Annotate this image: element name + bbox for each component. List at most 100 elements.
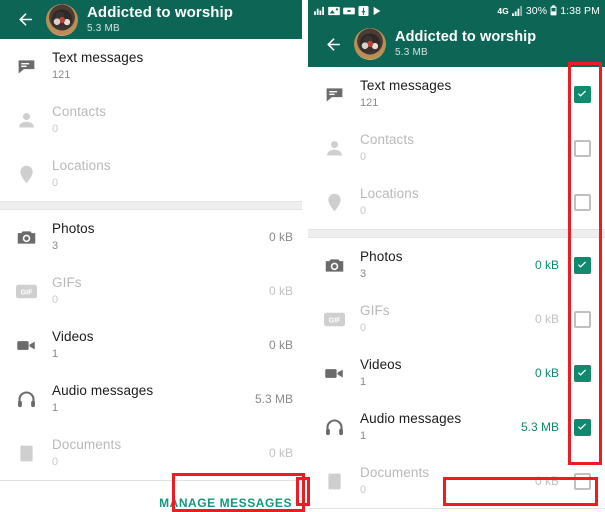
list-item-label: Text messages — [360, 78, 452, 94]
list-item[interactable]: Photos 3 0 kB — [0, 210, 302, 264]
signal-bars-icon — [511, 5, 523, 16]
list-item-count: 0 — [360, 204, 367, 217]
list-item-labels: Photos 3 — [360, 249, 529, 280]
checkbox-cell — [559, 364, 605, 382]
avatar[interactable] — [354, 28, 386, 60]
list-item-label: Contacts — [360, 132, 415, 148]
left-footer: MANAGE MESSAGES — [0, 480, 302, 512]
list-item-labels: Contacts 0 — [52, 104, 287, 135]
arrow-left-icon — [326, 37, 340, 51]
list-item-size: 0 kB — [534, 258, 559, 272]
list-item[interactable]: Text messages 121 — [308, 67, 605, 121]
list-item-labels: Videos 1 — [52, 329, 263, 360]
list-item[interactable]: GIF GIFs 0 0 kB — [0, 264, 302, 318]
left-screen: Addicted to worship 5.3 MB Text messages… — [0, 0, 302, 512]
list-item-labels: Documents 0 — [360, 465, 529, 496]
list-item[interactable]: Videos 1 0 kB — [0, 318, 302, 372]
headphone-icon — [11, 389, 41, 410]
media-section: Photos 3 0 kB GIF GIFs 0 0 kB Videos 1 0 kB Audio … — [0, 210, 302, 480]
back-button[interactable] — [318, 29, 348, 59]
videocam-icon — [319, 363, 349, 384]
page-title: Addicted to worship — [87, 3, 234, 21]
checkbox-unchecked[interactable] — [573, 310, 591, 328]
media-section: Photos 3 0 kB GIF GIFs 0 0 kB Videos 1 0 kB Audio … — [308, 238, 605, 508]
list-item-count: 0 — [360, 150, 367, 163]
checkbox-checked[interactable] — [573, 256, 591, 274]
camera-icon — [319, 255, 349, 276]
list-item-labels: Videos 1 — [360, 357, 529, 388]
app-bar: Addicted to worship 5.3 MB — [308, 21, 605, 67]
play-icon — [372, 6, 382, 16]
list-item[interactable]: Audio messages 1 5.3 MB — [0, 372, 302, 426]
camera-icon — [11, 227, 41, 248]
status-right-icons: 4G 30% 1:38 PM — [497, 5, 600, 17]
document-icon — [319, 471, 349, 492]
right-footer: CLEAR MESSAGES (5.3 MB) — [308, 508, 605, 512]
list-item-count: 0 — [360, 483, 367, 496]
checkbox-checked[interactable] — [573, 85, 591, 103]
list-item-count: 1 — [360, 429, 367, 442]
checkbox-checked[interactable] — [573, 364, 591, 382]
list-item[interactable]: Videos 1 0 kB — [308, 346, 605, 400]
list-item-size: 5.3 MB — [254, 392, 293, 406]
back-button[interactable] — [10, 5, 40, 35]
list-item[interactable]: Locations 0 — [0, 147, 302, 201]
checkbox-unchecked[interactable] — [573, 193, 591, 211]
list-item-label: Audio messages — [52, 383, 154, 399]
page-title: Addicted to worship — [395, 28, 537, 45]
list-item[interactable]: Photos 3 0 kB — [308, 238, 605, 292]
list-item-labels: Text messages 121 — [360, 78, 553, 109]
checkbox-unchecked[interactable] — [573, 139, 591, 157]
list-item-label: GIFs — [52, 275, 82, 291]
messages-section: Text messages 121 Contacts 0 Locations 0 — [308, 67, 605, 229]
avatar[interactable] — [46, 3, 78, 36]
gif-icon: GIF — [11, 284, 41, 299]
list-item-labels: Audio messages 1 — [52, 383, 249, 414]
list-item-label: Photos — [52, 221, 95, 237]
list-item[interactable]: Audio messages 1 5.3 MB — [308, 400, 605, 454]
list-item-size: 0 kB — [534, 474, 559, 488]
list-item[interactable]: GIF GIFs 0 0 kB — [308, 292, 605, 346]
location-icon — [11, 164, 41, 185]
list-item-label: GIFs — [360, 303, 390, 319]
list-item-size: 0 kB — [268, 446, 293, 460]
page-subtitle: 5.3 MB — [87, 22, 120, 34]
list-item-labels: Locations 0 — [360, 186, 553, 217]
list-item-label: Videos — [52, 329, 94, 345]
checkbox-checked[interactable] — [573, 418, 591, 436]
list-item-count: 1 — [52, 401, 59, 414]
list-item[interactable]: Documents 0 0 kB — [308, 454, 605, 508]
checkbox-cell — [559, 256, 605, 274]
list-item-size: 0 kB — [534, 366, 559, 380]
manage-messages-button[interactable]: MANAGE MESSAGES — [149, 489, 302, 512]
header-titles: Addicted to worship 5.3 MB — [395, 28, 537, 59]
list-item[interactable]: Text messages 121 — [0, 39, 302, 93]
checkbox-unchecked[interactable] — [573, 472, 591, 490]
status-bar: 4G 30% 1:38 PM — [308, 0, 605, 21]
list-item-label: Documents — [360, 465, 430, 481]
list-item-label: Photos — [360, 249, 403, 265]
list-item[interactable]: Locations 0 — [308, 175, 605, 229]
section-divider — [0, 201, 302, 210]
list-item-label: Contacts — [52, 104, 107, 120]
video-icon — [343, 6, 355, 16]
list-item-count: 0 — [52, 176, 59, 189]
list-item[interactable]: Documents 0 0 kB — [0, 426, 302, 480]
list-item-label: Locations — [360, 186, 419, 202]
location-icon — [319, 192, 349, 213]
app-bar: Addicted to worship 5.3 MB — [0, 0, 302, 39]
list-item[interactable]: Contacts 0 — [308, 121, 605, 175]
list-item-labels: Locations 0 — [52, 158, 287, 189]
list-item-labels: GIFs 0 — [360, 303, 529, 334]
list-item-count: 3 — [360, 267, 367, 280]
list-item-count: 0 — [52, 122, 59, 135]
list-item-labels: Documents 0 — [52, 437, 263, 468]
list-item-label: Audio messages — [360, 411, 462, 427]
arrow-left-icon — [18, 13, 32, 26]
list-item[interactable]: Contacts 0 — [0, 93, 302, 147]
list-item-labels: Audio messages 1 — [360, 411, 515, 442]
message-icon — [11, 56, 41, 77]
section-divider — [308, 229, 605, 238]
svg-text:GIF: GIF — [20, 288, 33, 296]
list-item-count: 121 — [52, 68, 71, 81]
